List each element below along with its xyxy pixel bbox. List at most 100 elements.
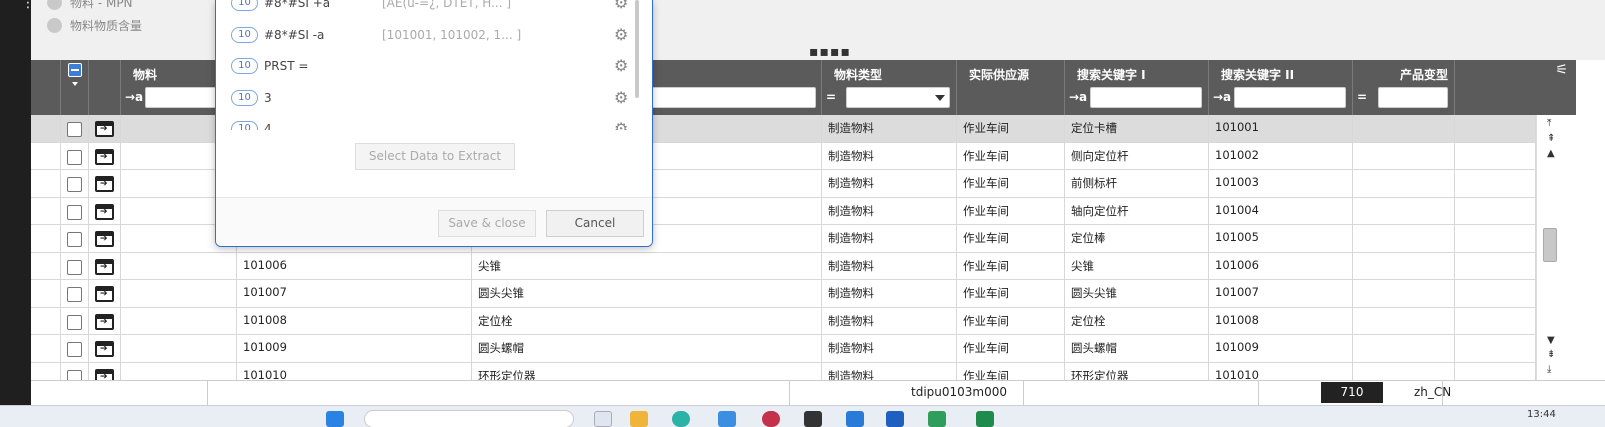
col-title-key2[interactable]: 搜索关键字 II [1221, 66, 1294, 83]
cell-empty [31, 115, 61, 142]
cell-key1: 圆头螺帽 [1065, 335, 1209, 362]
row-checkbox[interactable] [67, 287, 82, 302]
save-close-button[interactable]: Save & close [438, 210, 536, 237]
row-checkbox[interactable] [67, 232, 82, 247]
table-row[interactable]: 101008定位栓制造物料作业车间定位栓101008 [31, 307, 1576, 335]
pattern-values: [AE(ü-=¿, DTET, H... ] [382, 0, 512, 10]
cell-empty [31, 170, 61, 197]
browser-icon[interactable] [672, 411, 690, 427]
open-record-icon[interactable] [95, 176, 114, 192]
gear-icon[interactable]: ⚙ [614, 119, 628, 130]
cell-type: 制造物料 [822, 335, 957, 362]
gear-icon[interactable]: ⚙ [614, 88, 628, 107]
row-checkbox[interactable] [67, 204, 82, 220]
scroll-down-icon[interactable]: ▼ [1547, 335, 1555, 346]
pattern-item[interactable]: 10 #8*#SI +a [AE(ü-=¿, DTET, H... ] ⚙ [231, 0, 641, 15]
open-record-icon[interactable] [95, 286, 114, 302]
col-title-variant[interactable]: 产品变型 [1400, 66, 1448, 83]
gear-icon[interactable]: ⚙ [614, 25, 628, 44]
filter-input-variant[interactable] [1378, 87, 1448, 108]
start-icon[interactable] [326, 411, 344, 427]
select-all-checkbox[interactable] [68, 63, 82, 77]
scroll-page-up-icon[interactable]: ⇞ [1547, 133, 1555, 144]
table-row[interactable]: 101006尖锥制造物料作业车间尖锥101006 [31, 252, 1576, 280]
dialog-scrollbar[interactable] [635, 0, 639, 98]
cell-empty [31, 252, 61, 280]
cell-key2: 101009 [1209, 335, 1353, 362]
filter-op-key1[interactable]: →a [1069, 90, 1087, 104]
filter-op-variant[interactable]: = [1357, 90, 1367, 104]
app-icon[interactable] [762, 411, 780, 427]
option-substance[interactable]: 物料物质含量 [47, 17, 142, 34]
scroll-page-down-icon[interactable]: ⇟ [1547, 349, 1555, 360]
open-record-icon[interactable] [95, 203, 114, 220]
task-view-icon[interactable] [594, 411, 612, 427]
terminal-icon[interactable] [804, 411, 822, 427]
cell-empty [1353, 307, 1455, 335]
vertical-scrollbar[interactable]: ⤒ ⇞ ▲ ▼ ⇟ ⤓ [1536, 115, 1576, 380]
app-icon[interactable] [846, 411, 864, 427]
cell-key1: 尖锥 [1065, 252, 1209, 280]
vertical-menu-icon[interactable]: ⋮ [21, 0, 35, 14]
scroll-top-icon[interactable]: ⤒ [1547, 118, 1551, 129]
cell-material: 101009 [237, 335, 472, 362]
cell-type: 制造物料 [822, 225, 957, 252]
pattern-item[interactable]: 10 3 ⚙ [231, 88, 641, 110]
scroll-thumb[interactable] [1543, 228, 1557, 262]
clear-filter-icon[interactable]: ⚟ [1555, 62, 1568, 78]
gear-icon[interactable]: ⚙ [614, 0, 628, 12]
select-menu-chevron-icon[interactable] [72, 82, 78, 86]
col-title-source[interactable]: 实际供应源 [969, 66, 1029, 83]
open-record-icon[interactable] [95, 258, 114, 275]
radio-icon [47, 0, 62, 10]
app-icon[interactable] [886, 411, 904, 427]
filter-op-material-type[interactable]: = [826, 90, 836, 104]
taskbar-search[interactable] [364, 410, 574, 427]
cancel-button[interactable]: Cancel [546, 210, 644, 237]
row-checkbox[interactable] [67, 369, 82, 380]
row-checkbox[interactable] [67, 122, 82, 137]
scroll-up-icon[interactable]: ▲ [1547, 148, 1555, 159]
open-record-icon[interactable] [95, 368, 114, 380]
table-row[interactable]: 101009圆头螺帽制造物料作业车间圆头螺帽101009 [31, 335, 1576, 363]
filter-input-key1[interactable] [1090, 87, 1202, 108]
col-title-key1[interactable]: 搜索关键字 I [1077, 66, 1146, 83]
table-row[interactable]: 101010环形定位器制造物料作业车间环形定位器101010 [31, 362, 1576, 380]
col-title-material[interactable]: 物料 [133, 66, 157, 83]
pattern-item[interactable]: 10 #8*#SI -a [101001, 101002, 1... ] ⚙ [231, 25, 641, 47]
cell-source: 作业车间 [957, 307, 1065, 335]
cell-empty [1353, 362, 1455, 380]
row-checkbox[interactable] [67, 149, 82, 165]
open-record-icon[interactable] [95, 121, 114, 137]
pattern-item[interactable]: 10 PRST = ⚙ [231, 56, 641, 78]
row-checkbox[interactable] [67, 342, 82, 357]
row-action-cell [89, 115, 121, 142]
col-title-material-type[interactable]: 物料类型 [834, 66, 882, 83]
filter-op-material[interactable]: →a [125, 90, 143, 104]
filter-select-material-type[interactable] [846, 87, 950, 108]
splitter-handle-icon[interactable]: ▪▪▪▪ [809, 45, 851, 59]
language-indicator[interactable]: zh_CN [1414, 385, 1451, 399]
cell-desc: 圆头尖锥 [472, 280, 822, 307]
row-checkbox[interactable] [67, 177, 82, 192]
row-select-cell [61, 362, 89, 380]
filter-input-key2[interactable] [1234, 87, 1346, 108]
app-icon[interactable] [718, 411, 736, 427]
taskbar-clock[interactable]: 13:44 [1527, 409, 1556, 420]
select-data-to-extract-button[interactable]: Select Data to Extract [355, 143, 515, 170]
table-row[interactable]: 101007圆头尖锥制造物料作业车间圆头尖锥101007 [31, 280, 1576, 308]
gear-icon[interactable]: ⚙ [614, 56, 628, 75]
open-record-icon[interactable] [95, 148, 114, 165]
scroll-bottom-icon[interactable]: ⤓ [1547, 364, 1551, 375]
folder-icon[interactable] [630, 411, 648, 427]
excel-icon[interactable] [976, 411, 994, 427]
row-checkbox[interactable] [67, 314, 82, 330]
app-icon[interactable] [928, 411, 946, 427]
open-record-icon[interactable] [95, 341, 114, 357]
open-record-icon[interactable] [95, 313, 114, 330]
option-mpn[interactable]: 物料 - MPN [47, 0, 133, 11]
filter-op-key2[interactable]: →a [1213, 90, 1231, 104]
pattern-item[interactable]: 10 4 ⚙ [231, 119, 641, 130]
open-record-icon[interactable] [95, 231, 114, 247]
row-checkbox[interactable] [67, 259, 82, 275]
